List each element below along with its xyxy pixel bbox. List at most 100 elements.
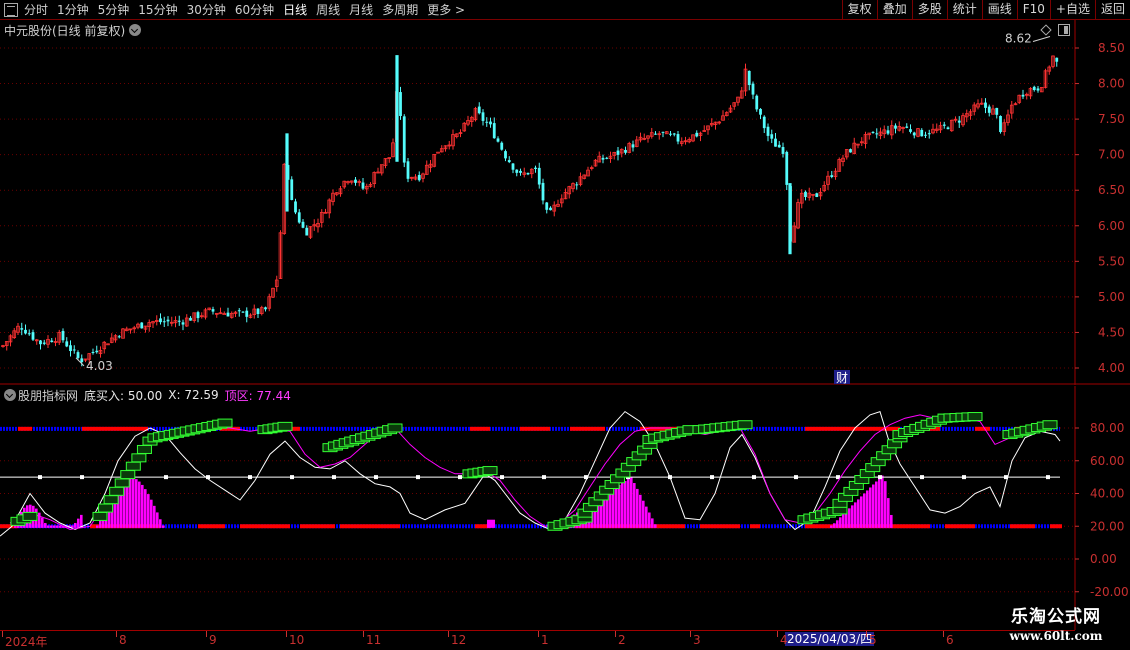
date-label-3: 10	[289, 633, 305, 647]
toolbar-button-4[interactable]: 画线	[981, 0, 1017, 20]
candle-body	[886, 130, 890, 134]
period-tab-4[interactable]: 30分钟	[187, 2, 226, 18]
layout-grid-icon[interactable]	[4, 3, 18, 17]
candle-body	[549, 207, 552, 211]
candle-body	[669, 133, 672, 135]
toolbar-button-5[interactable]: F10	[1016, 0, 1050, 20]
kline-chart[interactable]: 8.50 8.00 7.50 7.00 6.50 6.00 5.50 5.00 4.50 4.00…	[0, 20, 1130, 385]
diamond-icon[interactable]	[1040, 24, 1052, 36]
histogram-bar	[618, 484, 621, 528]
date-tick	[286, 631, 287, 637]
histogram-bar	[47, 525, 50, 528]
candle-body	[297, 212, 301, 223]
toolbar-button-1[interactable]: 叠加	[876, 0, 912, 20]
candle-body	[747, 70, 751, 86]
candle-body	[95, 350, 99, 353]
candle-body	[222, 313, 227, 316]
price-tick-label: 8.50	[1098, 41, 1125, 55]
red-band-segment	[570, 426, 605, 431]
candle-body	[189, 317, 192, 321]
price-tick-label: 4.00	[1098, 361, 1125, 375]
histogram-bar	[848, 508, 851, 528]
panel-toggle-icon[interactable]	[1058, 24, 1070, 36]
date-label-2: 9	[209, 633, 217, 647]
price-tick-label: 5.00	[1098, 290, 1125, 304]
candle-body	[755, 95, 759, 110]
toolbar-button-7[interactable]: 返回	[1094, 0, 1130, 20]
histogram-bar	[38, 512, 41, 528]
candle-body	[631, 144, 635, 148]
candle-body	[788, 183, 792, 255]
indicator-tick-label: 0.00	[1090, 552, 1117, 566]
green-signal-box	[217, 418, 233, 428]
period-tab-0[interactable]: 分时	[24, 2, 48, 18]
candle-body	[781, 147, 785, 154]
candle-body	[849, 149, 852, 153]
period-tab-6[interactable]: 日线	[283, 2, 307, 18]
candle-body	[485, 121, 489, 123]
toolbar-button-2[interactable]: 多股	[911, 0, 947, 20]
date-tick	[777, 631, 778, 637]
indicator-menu-icon[interactable]	[4, 389, 16, 401]
date-label-5: 12	[451, 633, 467, 647]
histogram-bar	[854, 502, 857, 528]
indicator-title-bar: 股朋指标网 底买入: 50.00 X: 72.59 顶区: 77.44	[4, 388, 291, 403]
date-tick	[2, 631, 3, 637]
candle-body	[27, 333, 31, 335]
histogram-bar	[50, 525, 53, 528]
period-tab-8[interactable]: 月线	[349, 2, 373, 18]
candle-body	[166, 319, 170, 322]
date-tick	[615, 631, 616, 637]
candle-body	[395, 55, 399, 162]
red-band-segment	[470, 426, 490, 431]
midline-dot	[80, 475, 84, 480]
date-label-0: 2024年	[5, 635, 48, 649]
histogram-bar	[884, 481, 887, 528]
histogram-bar	[56, 525, 59, 528]
indicator-tick-label: 80.00	[1090, 421, 1124, 435]
histogram-bar	[881, 475, 884, 528]
period-tab-1[interactable]: 1分钟	[57, 2, 89, 18]
toolbar-button-6[interactable]: +自选	[1049, 0, 1095, 20]
bottom-buy-value: 底买入: 50.00	[84, 388, 163, 403]
price-tick-label: 8.00	[1098, 77, 1125, 91]
dropdown-circle-icon[interactable]	[129, 24, 142, 36]
red-band-segment	[300, 524, 335, 529]
period-tab-7[interactable]: 周线	[316, 2, 340, 18]
histogram-bar	[612, 488, 615, 528]
candle-body	[871, 131, 875, 133]
candle-body	[492, 123, 496, 139]
histogram-bar	[77, 518, 80, 528]
histogram-bar	[890, 514, 893, 528]
candle-body	[995, 107, 999, 115]
period-tab-2[interactable]: 5分钟	[98, 2, 130, 18]
histogram-bar	[74, 522, 77, 528]
candle-body	[31, 332, 35, 340]
candle-body	[117, 336, 121, 338]
date-label-8: 3	[693, 633, 701, 647]
green-signal-box	[92, 511, 108, 521]
candle-body	[226, 312, 230, 317]
candle-body	[196, 312, 200, 319]
candle-body	[76, 352, 80, 358]
candle-body	[942, 124, 946, 126]
toolbar-button-3[interactable]: 统计	[946, 0, 982, 20]
period-tab-9[interactable]: 多周期	[382, 2, 418, 18]
period-tab-3[interactable]: 15分钟	[138, 2, 177, 18]
green-signal-box	[277, 421, 293, 431]
candle-body	[526, 172, 530, 175]
period-tab-5[interactable]: 60分钟	[235, 2, 274, 18]
indicator-chart[interactable]: 80.00 60.00 40.00 20.00 0.00 -20.00	[0, 386, 1130, 630]
period-tab-10[interactable]: 更多 >	[427, 2, 465, 18]
candle-body	[804, 191, 807, 198]
midline-dot	[752, 475, 756, 480]
candle-body	[285, 133, 289, 212]
top-toolbar: 分时 1分钟 5分钟 15分钟 30分钟 60分钟 日线 周线 月线 多周期 更多 > 复权 叠加 多股…	[0, 0, 1130, 20]
toolbar-button-0[interactable]: 复权	[841, 0, 877, 20]
date-tick	[538, 631, 539, 637]
candle-body	[909, 129, 912, 132]
price-tick-label: 4.50	[1098, 325, 1125, 339]
green-signal-box	[967, 412, 983, 422]
midline-dot	[500, 475, 504, 480]
candle-body	[42, 342, 46, 344]
